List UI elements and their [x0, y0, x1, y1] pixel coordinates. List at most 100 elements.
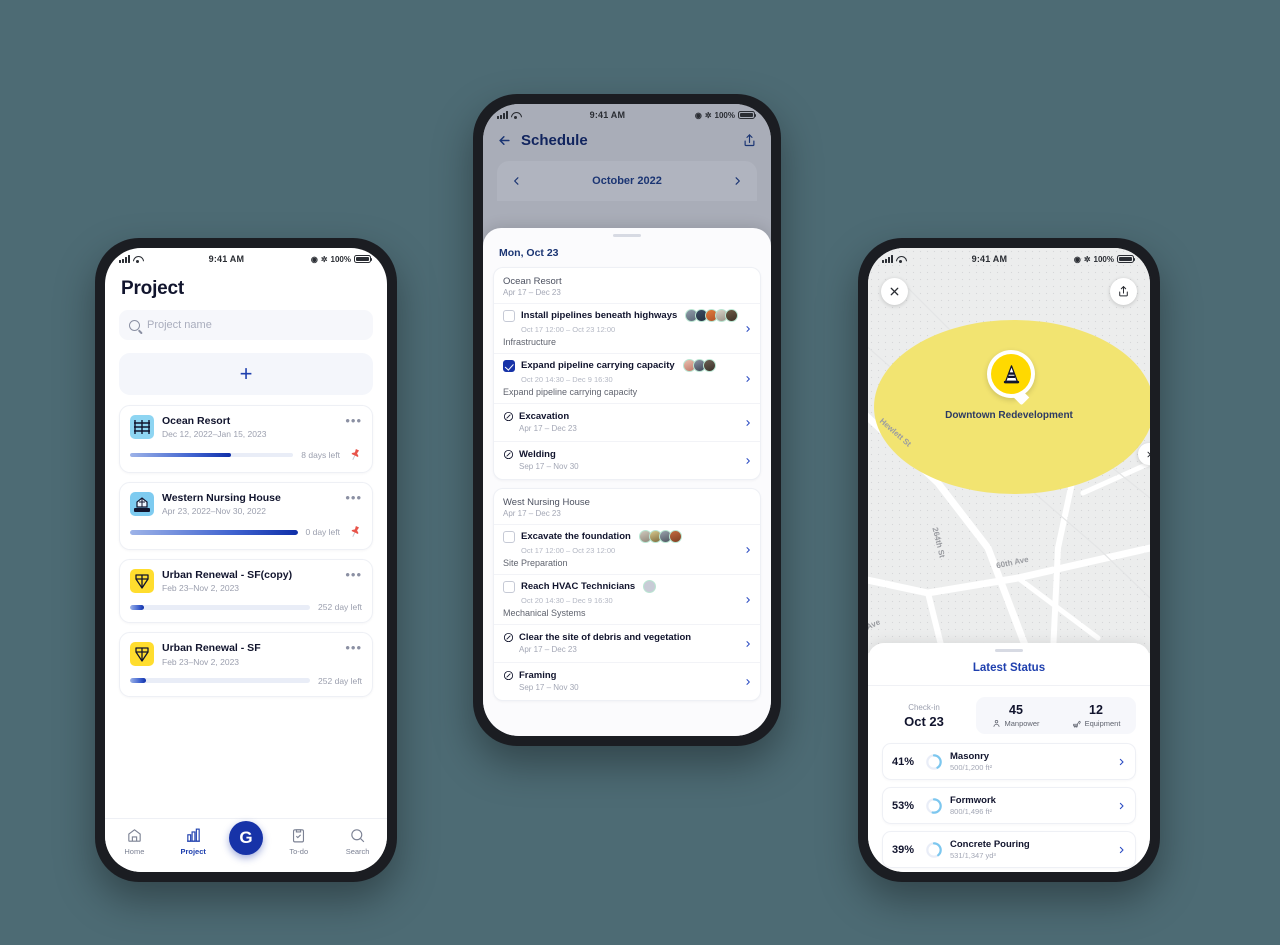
- task-checkbox[interactable]: [503, 309, 515, 322]
- chevron-right-icon[interactable]: [744, 417, 752, 428]
- task-checkbox[interactable]: [503, 580, 515, 593]
- pin-icon[interactable]: [348, 448, 362, 462]
- progress-card[interactable]: 39% Concrete Pouring 531/1,347 yd³: [882, 831, 1136, 868]
- milestone-row[interactable]: Framing Sep 17 – Nov 30: [494, 662, 760, 700]
- gem-icon: [130, 642, 154, 667]
- milestone-row[interactable]: Excavation Apr 17 – Dec 23: [494, 403, 760, 441]
- task-row[interactable]: Excavate the foundation Oct 17 12:00 – O…: [494, 524, 760, 574]
- tab-search[interactable]: Search: [335, 827, 381, 856]
- latest-status-sheet: Latest Status Check-in Oct 23 45 Manpowe…: [868, 643, 1150, 872]
- tab-home[interactable]: Home: [111, 827, 157, 856]
- progress-ring-icon: [926, 797, 942, 814]
- stat-equipment-label-row: Equipment: [1056, 719, 1136, 728]
- project-map-marker[interactable]: [987, 350, 1035, 398]
- project-more-button[interactable]: •••: [345, 491, 362, 504]
- progress-text: Masonry 500/1,200 ft²: [950, 751, 1109, 772]
- back-arrow-icon[interactable]: [497, 133, 512, 148]
- chevron-right-icon[interactable]: [744, 455, 752, 466]
- lock-rotation-icon: ◉: [1073, 254, 1081, 264]
- project-name: Ocean Resort: [162, 415, 231, 427]
- checkin-value: Oct 23: [904, 713, 944, 729]
- milestone-row[interactable]: Clear the site of debris and vegetation …: [494, 624, 760, 662]
- milestone-row[interactable]: Welding Sep 17 – Nov 30: [494, 441, 760, 479]
- task-dates: Oct 20 14:30 – Dec 9 16:30: [521, 375, 613, 384]
- project-progress-row: 0 day left: [130, 525, 362, 539]
- building-icon: [130, 492, 154, 517]
- progress-bar: [130, 605, 311, 610]
- latest-status-title: Latest Status: [868, 652, 1150, 686]
- progress-ring-icon: [926, 753, 942, 770]
- stat-manpower-value: 45: [1009, 703, 1023, 717]
- phone-schedule: 9:41 AM ◉ ✲ 100% Schedule October 2022 M…: [473, 94, 781, 746]
- chevron-right-icon[interactable]: [1117, 756, 1126, 768]
- tab-project[interactable]: Project: [170, 827, 216, 856]
- milestone-dates: Sep 17 – Nov 30: [519, 683, 579, 692]
- progress-card[interactable]: 41% Masonry 500/1,200 ft²: [882, 743, 1136, 780]
- milestone-main: Welding: [503, 449, 751, 460]
- avatar: [702, 359, 716, 372]
- milestone-name: Welding: [519, 449, 556, 460]
- progress-card[interactable]: 53% Formwork 800/1,496 ft²: [882, 787, 1136, 824]
- milestone-name: Excavation: [519, 411, 570, 422]
- status-bar: 9:41 AM ◉ ✲ 100%: [105, 248, 387, 270]
- group-name: West Nursing House: [503, 497, 590, 508]
- project-progress-row: 252 day left: [130, 676, 362, 686]
- chevron-right-icon[interactable]: [744, 594, 752, 605]
- project-more-button[interactable]: •••: [345, 568, 362, 581]
- chevron-right-icon[interactable]: [1117, 800, 1126, 812]
- task-name: Excavate the foundation: [521, 531, 631, 542]
- chevron-right-icon[interactable]: [1117, 844, 1126, 856]
- schedule-group: Ocean Resort Apr 17 – Dec 23 Install pip…: [493, 267, 761, 480]
- tab-todo[interactable]: To-do: [276, 827, 322, 856]
- add-project-button[interactable]: +: [119, 353, 373, 395]
- stats-block: 45 Manpower 12 Equipment: [976, 697, 1136, 734]
- avatar: [725, 309, 739, 322]
- battery-percent: 100%: [714, 110, 735, 120]
- project-card[interactable]: Urban Renewal - SF Feb 23–Nov 2, 2023 ••…: [119, 632, 373, 697]
- days-left: 252 day left: [318, 675, 362, 686]
- chevron-right-icon[interactable]: [744, 676, 752, 687]
- prev-month-button[interactable]: [511, 174, 522, 188]
- project-more-button[interactable]: •••: [345, 642, 362, 655]
- project-card-text: Urban Renewal - SF(copy) Feb 23–Nov 2, 2…: [162, 569, 337, 593]
- task-row[interactable]: Expand pipeline carrying capacity Oct 20…: [494, 353, 760, 403]
- schedule-screen: 9:41 AM ◉ ✲ 100% Schedule October 2022 M…: [483, 104, 771, 736]
- task-category: Infrastructure: [503, 337, 557, 347]
- avatar-group: [685, 309, 739, 322]
- progress-name: Concrete Pouring: [950, 839, 1030, 850]
- project-card[interactable]: Urban Renewal - SF(copy) Feb 23–Nov 2, 2…: [119, 559, 373, 624]
- close-button[interactable]: [881, 278, 908, 305]
- pin-icon[interactable]: [348, 525, 362, 539]
- project-more-button[interactable]: •••: [345, 414, 362, 427]
- task-checkbox[interactable]: [503, 530, 515, 543]
- share-button[interactable]: [1110, 278, 1137, 305]
- task-row[interactable]: Install pipelines beneath highways Oct 1…: [494, 303, 760, 353]
- next-month-button[interactable]: [732, 174, 743, 188]
- search-icon: [129, 319, 140, 331]
- search-input[interactable]: Project name: [119, 310, 373, 340]
- assistant-fab-button[interactable]: G: [228, 821, 263, 855]
- current-month-label: October 2022: [592, 175, 662, 187]
- milestone-icon: [503, 632, 514, 643]
- project-card[interactable]: Western Nursing House Apr 23, 2022–Nov 3…: [119, 482, 373, 551]
- tab-search-label: Search: [345, 847, 370, 856]
- task-name: Reach HVAC Technicians: [521, 581, 636, 592]
- wifi-icon: [896, 255, 905, 263]
- share-icon[interactable]: [742, 133, 757, 148]
- task-main: Reach HVAC Technicians: [503, 580, 751, 593]
- chevron-right-icon[interactable]: [744, 323, 752, 334]
- task-checkbox[interactable]: [503, 359, 515, 372]
- milestone-dates: Apr 17 – Dec 23: [519, 645, 577, 654]
- chevron-right-icon[interactable]: [744, 373, 752, 384]
- tab-todo-label: To-do: [289, 847, 309, 856]
- project-card[interactable]: Ocean Resort Dec 12, 2022–Jan 15, 2023 •…: [119, 405, 373, 474]
- fab-label: G: [239, 828, 253, 847]
- map-canvas[interactable]: Downtown Redevelopment Hewlett St 264th …: [868, 248, 1150, 653]
- tab-project-label: Project: [180, 847, 206, 856]
- chevron-right-icon[interactable]: [744, 638, 752, 649]
- milestone-name: Clear the site of debris and vegetation: [519, 632, 692, 643]
- chevron-right-icon[interactable]: [744, 544, 752, 555]
- checkin-label: Check-in: [908, 702, 940, 712]
- task-row[interactable]: Reach HVAC Technicians Oct 20 14:30 – De…: [494, 574, 760, 624]
- milestone-dates: Apr 17 – Dec 23: [519, 424, 577, 433]
